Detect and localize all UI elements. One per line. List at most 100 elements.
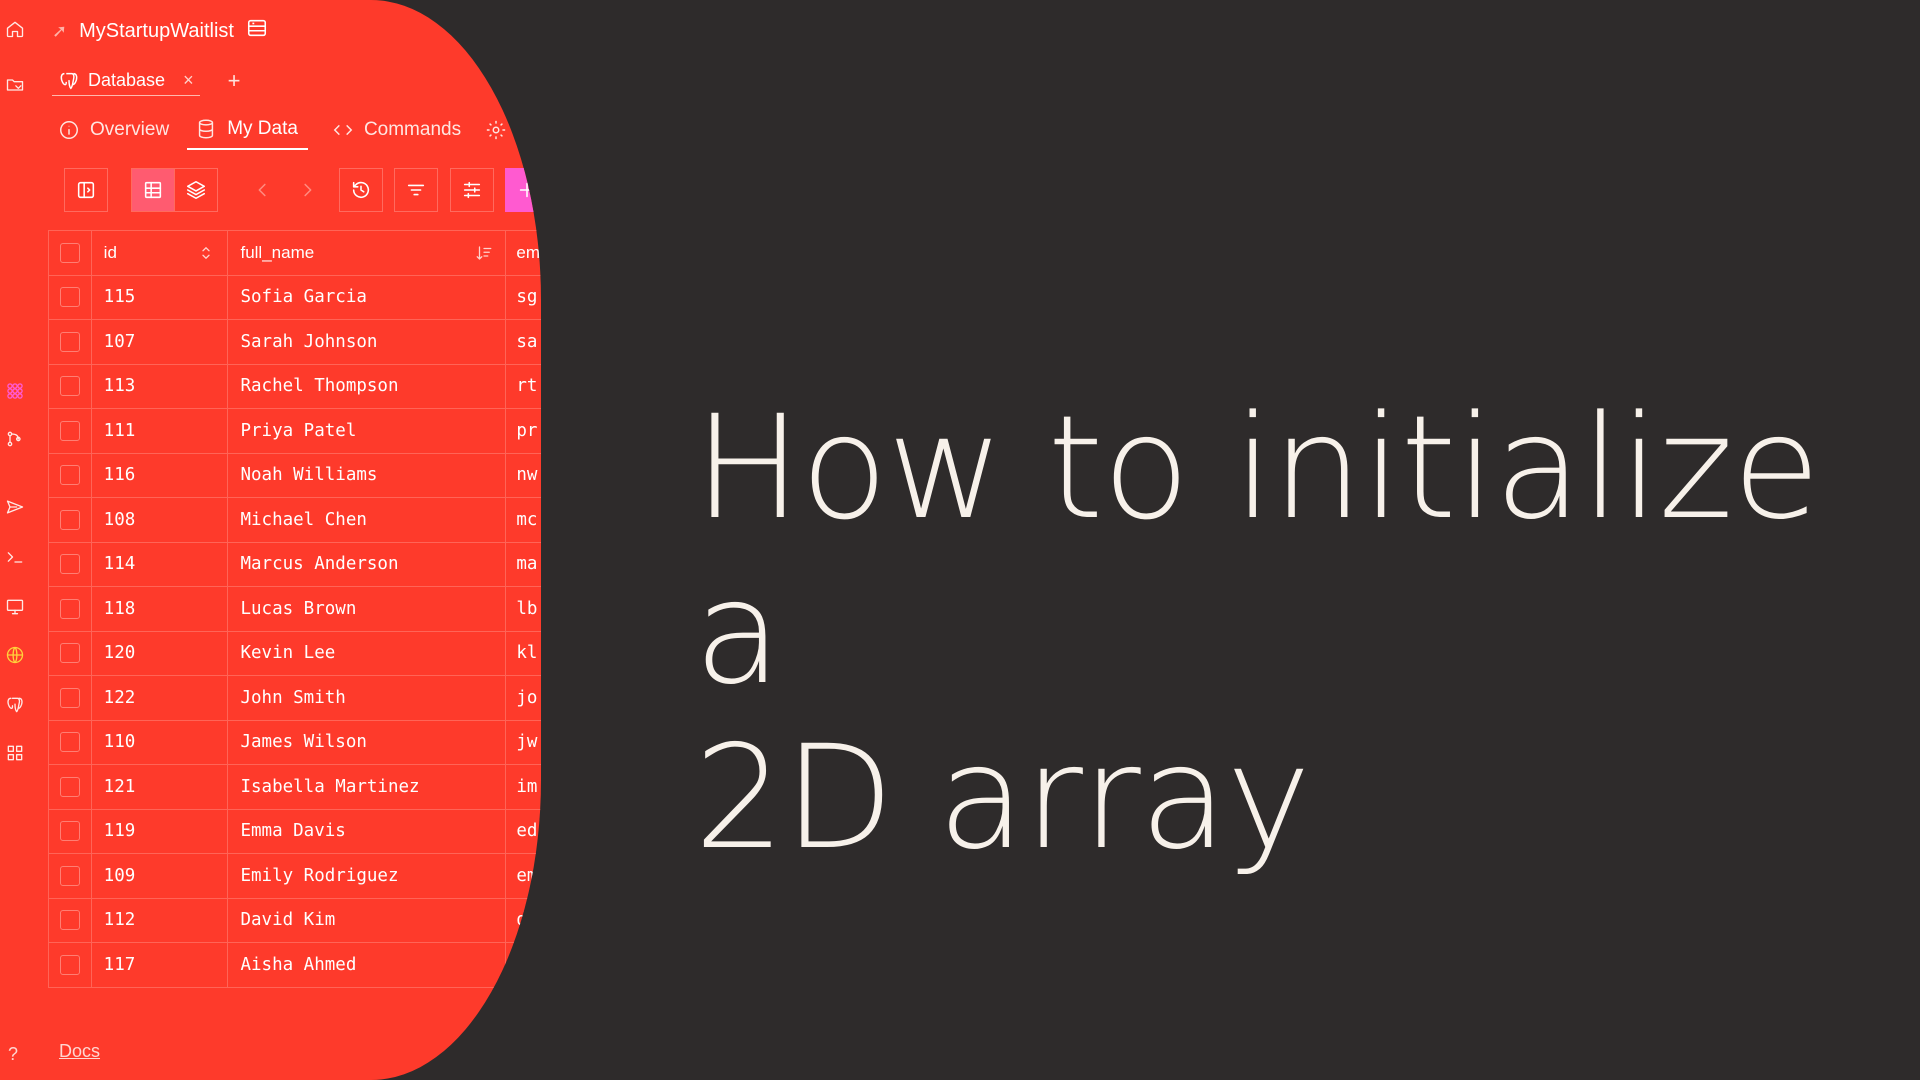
tab-my-data[interactable]: My Data — [187, 118, 308, 150]
cell-id[interactable]: 110 — [90, 719, 229, 765]
row-select-cell[interactable] — [48, 274, 92, 320]
row-select-cell[interactable] — [48, 897, 92, 943]
cell-email[interactable]: sa — [505, 319, 541, 365]
next-page-button[interactable] — [285, 168, 329, 212]
cell-full-name[interactable]: Noah Williams — [227, 452, 507, 498]
table-row[interactable]: 114 Marcus Anderson ma — [48, 541, 541, 587]
apps-dots-icon[interactable] — [4, 380, 26, 402]
cell-email[interactable]: ed — [505, 808, 541, 854]
table-row[interactable]: 116 Noah Williams nw — [48, 452, 541, 498]
table-row[interactable]: 117 Aisha Ahmed a. — [48, 942, 541, 988]
table-row[interactable]: 109 Emily Rodriguez em — [48, 853, 541, 899]
server-icon[interactable] — [246, 17, 268, 45]
row-checkbox[interactable] — [59, 954, 80, 975]
cell-full-name[interactable]: Emily Rodriguez — [227, 853, 507, 899]
row-checkbox[interactable] — [59, 910, 80, 931]
row-checkbox[interactable] — [59, 331, 80, 352]
cell-id[interactable]: 113 — [90, 363, 229, 409]
row-checkbox[interactable] — [59, 598, 80, 619]
add-row-button[interactable] — [505, 168, 541, 212]
row-select-cell[interactable] — [48, 808, 92, 854]
cell-email[interactable]: da — [505, 897, 541, 943]
cell-id[interactable]: 108 — [90, 497, 229, 543]
cell-email[interactable]: lb — [505, 586, 541, 632]
table-row[interactable]: 111 Priya Patel pr — [48, 408, 541, 454]
table-row[interactable]: 122 John Smith jo — [48, 675, 541, 721]
table-row[interactable]: 120 Kevin Lee kl — [48, 630, 541, 676]
row-select-cell[interactable] — [48, 319, 92, 365]
cell-email[interactable]: pr — [505, 408, 541, 454]
row-select-cell[interactable] — [48, 452, 92, 498]
tab-settings[interactable]: Settings — [485, 119, 541, 149]
sort-toggle-icon[interactable] — [197, 244, 215, 262]
grid-apps-icon[interactable] — [4, 742, 26, 764]
project-name[interactable]: MyStartupWaitlist — [79, 20, 234, 43]
row-checkbox[interactable] — [59, 465, 80, 486]
cell-email[interactable]: jw — [505, 719, 541, 765]
row-checkbox[interactable] — [59, 554, 80, 575]
cell-id[interactable]: 119 — [90, 808, 229, 854]
row-select-cell[interactable] — [48, 541, 92, 587]
row-checkbox[interactable] — [59, 732, 80, 753]
row-select-cell[interactable] — [48, 853, 92, 899]
add-tab-button[interactable]: + — [228, 68, 241, 94]
table-row[interactable]: 107 Sarah Johnson sa — [48, 319, 541, 365]
cell-id[interactable]: 122 — [90, 675, 229, 721]
prev-page-button[interactable] — [241, 168, 285, 212]
cell-email[interactable]: a. — [505, 942, 541, 988]
cell-id[interactable]: 118 — [90, 586, 229, 632]
filter-button[interactable] — [394, 168, 438, 212]
cell-email[interactable]: nw — [505, 452, 541, 498]
cell-full-name[interactable]: Emma Davis — [227, 808, 507, 854]
table-row[interactable]: 112 David Kim da — [48, 897, 541, 943]
row-select-cell[interactable] — [48, 764, 92, 810]
cell-id[interactable]: 116 — [90, 452, 229, 498]
home-icon[interactable] — [4, 18, 26, 40]
postgres-elephant-icon[interactable] — [4, 694, 26, 716]
row-checkbox[interactable] — [59, 420, 80, 441]
cell-id[interactable]: 115 — [90, 274, 229, 320]
cell-id[interactable]: 117 — [90, 942, 229, 988]
cell-full-name[interactable]: Lucas Brown — [227, 586, 507, 632]
cell-full-name[interactable]: James Wilson — [227, 719, 507, 765]
cell-full-name[interactable]: Sarah Johnson — [227, 319, 507, 365]
column-header-email[interactable]: email — [505, 230, 541, 276]
row-select-cell[interactable] — [48, 719, 92, 765]
table-row[interactable]: 115 Sofia Garcia sg — [48, 274, 541, 320]
row-checkbox[interactable] — [59, 687, 80, 708]
sort-descending-icon[interactable] — [475, 244, 493, 262]
column-settings-button[interactable] — [450, 168, 494, 212]
row-select-cell[interactable] — [48, 942, 92, 988]
row-checkbox[interactable] — [59, 376, 80, 397]
terminal-icon[interactable] — [4, 546, 26, 568]
toggle-sidebar-button[interactable] — [64, 168, 108, 212]
docs-link[interactable]: Docs — [59, 1041, 100, 1062]
column-header-id[interactable]: id — [90, 230, 229, 276]
row-select-cell[interactable] — [48, 408, 92, 454]
row-checkbox[interactable] — [59, 776, 80, 797]
monitor-icon[interactable] — [4, 596, 26, 618]
folder-open-icon[interactable] — [4, 74, 26, 96]
row-select-cell[interactable] — [48, 586, 92, 632]
help-icon[interactable]: ? — [8, 1044, 18, 1065]
layers-view-button[interactable] — [174, 168, 218, 212]
cell-id[interactable]: 114 — [90, 541, 229, 587]
row-checkbox[interactable] — [59, 509, 80, 530]
tab-database[interactable]: Database × — [52, 66, 200, 96]
select-all-cell[interactable] — [48, 230, 92, 276]
cell-full-name[interactable]: Aisha Ahmed — [227, 942, 507, 988]
cell-email[interactable]: jo — [505, 675, 541, 721]
cell-email[interactable]: em — [505, 853, 541, 899]
cell-id[interactable]: 109 — [90, 853, 229, 899]
cell-id[interactable]: 120 — [90, 630, 229, 676]
cell-full-name[interactable]: Priya Patel — [227, 408, 507, 454]
row-select-cell[interactable] — [48, 363, 92, 409]
cell-email[interactable]: ma — [505, 541, 541, 587]
send-icon[interactable] — [4, 496, 26, 518]
row-checkbox[interactable] — [59, 821, 80, 842]
globe-icon[interactable] — [4, 644, 26, 666]
cell-email[interactable]: sg — [505, 274, 541, 320]
table-row[interactable]: 119 Emma Davis ed — [48, 808, 541, 854]
table-row[interactable]: 118 Lucas Brown lb — [48, 586, 541, 632]
history-button[interactable] — [339, 168, 383, 212]
